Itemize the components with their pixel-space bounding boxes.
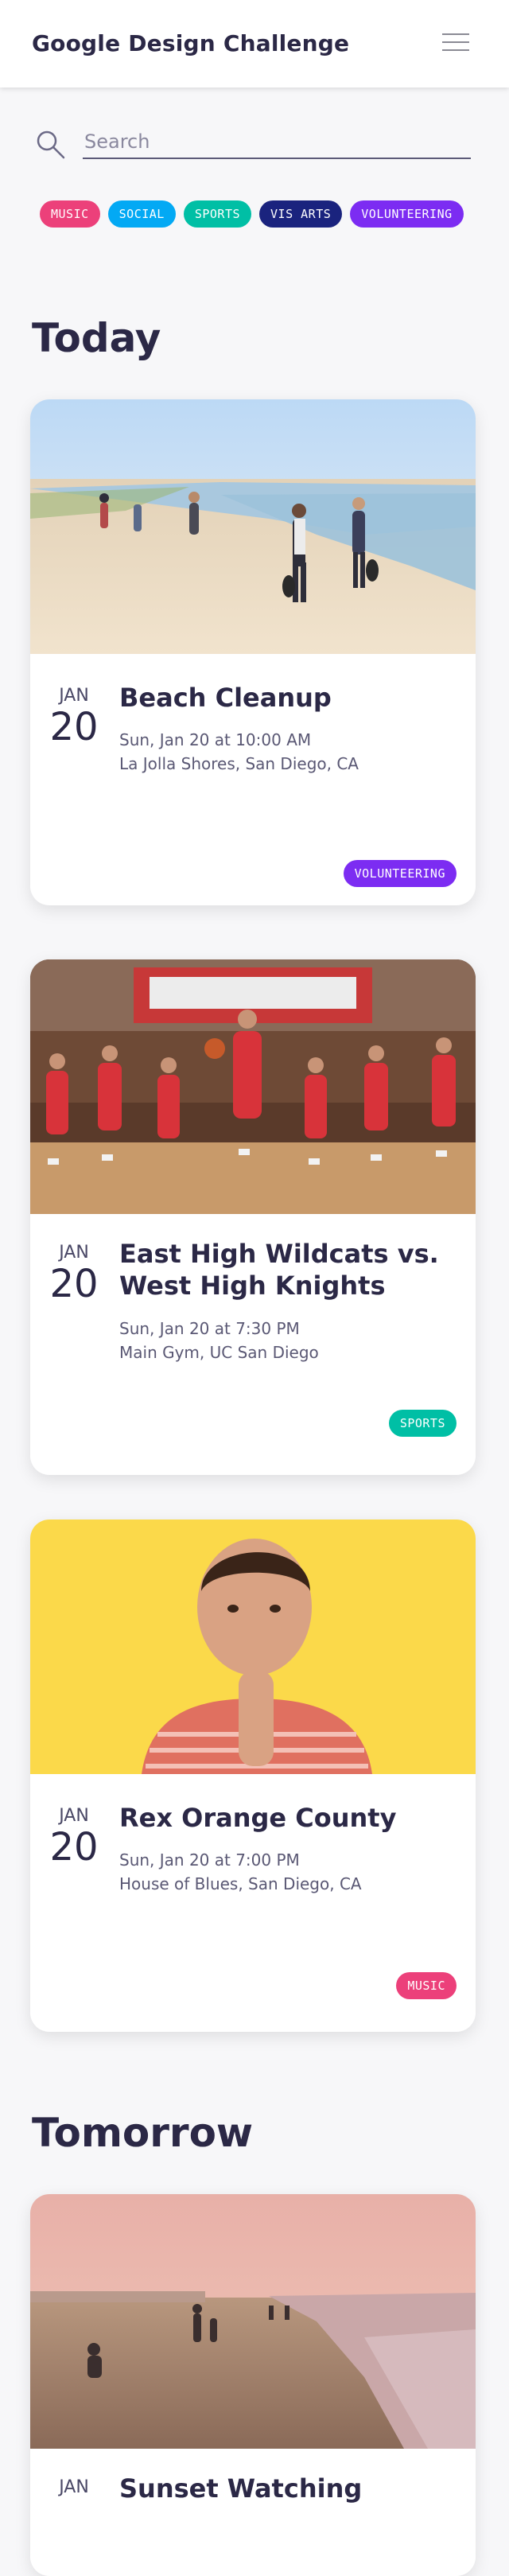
event-time: Sun, Jan 20 at 10:00 AM <box>119 730 312 749</box>
chip-sports[interactable]: SPORTS <box>183 200 252 228</box>
event-category-tag[interactable]: VOLUNTEERING <box>343 860 457 887</box>
chip-social[interactable]: SOCIAL <box>107 200 176 228</box>
event-location: House of Blues, San Diego, CA <box>119 1874 362 1893</box>
event-image-beach <box>30 399 476 654</box>
search-input[interactable] <box>83 126 471 159</box>
event-title: Rex Orange County <box>119 1803 397 1833</box>
event-month: JAN <box>59 2477 89 2497</box>
event-category-tag[interactable]: MUSIC <box>396 1972 457 1999</box>
event-card[interactable]: JAN Sunset Watching <box>30 2194 476 2576</box>
event-image-basketball <box>30 959 476 1214</box>
event-day: 20 <box>49 705 99 749</box>
app-header: Google Design Challenge <box>0 0 509 88</box>
event-card[interactable]: JAN 20 Rex Orange County Sun, Jan 20 at … <box>30 1520 476 2032</box>
search-bar <box>35 126 471 162</box>
event-day: 20 <box>49 1262 99 1306</box>
event-category-tag[interactable]: SPORTS <box>388 1410 457 1437</box>
chip-volunteering[interactable]: VOLUNTEERING <box>350 200 464 228</box>
event-time: Sun, Jan 20 at 7:00 PM <box>119 1850 300 1870</box>
event-location: Main Gym, UC San Diego <box>119 1343 319 1362</box>
event-month: JAN <box>59 686 89 706</box>
event-month: JAN <box>59 1806 89 1826</box>
hamburger-menu-icon[interactable] <box>442 32 471 54</box>
chip-music[interactable]: MUSIC <box>40 200 100 228</box>
event-card[interactable]: JAN 20 Beach Cleanup Sun, Jan 20 at 10:0… <box>30 399 476 905</box>
event-image-sunset <box>30 2194 476 2449</box>
app-title: Google Design Challenge <box>32 30 350 56</box>
chip-vis-arts[interactable]: VIS ARTS <box>259 200 343 228</box>
event-card[interactable]: JAN 20 East High Wildcats vs. West High … <box>30 959 476 1475</box>
event-image-concert <box>30 1520 476 1774</box>
event-title: Beach Cleanup <box>119 683 332 713</box>
event-day: 20 <box>49 1825 99 1870</box>
event-title: East High Wildcats vs. West High Knights <box>119 1239 439 1301</box>
section-title-tomorrow: Tomorrow <box>32 2110 254 2156</box>
category-filter-chips: MUSIC SOCIAL SPORTS VIS ARTS VOLUNTEERIN… <box>40 200 464 228</box>
event-title: Sunset Watching <box>119 2473 363 2504</box>
section-title-today: Today <box>32 315 161 361</box>
event-time: Sun, Jan 20 at 7:30 PM <box>119 1319 300 1338</box>
search-icon[interactable] <box>35 129 67 161</box>
event-month: JAN <box>59 1243 89 1263</box>
event-location: La Jolla Shores, San Diego, CA <box>119 754 359 773</box>
